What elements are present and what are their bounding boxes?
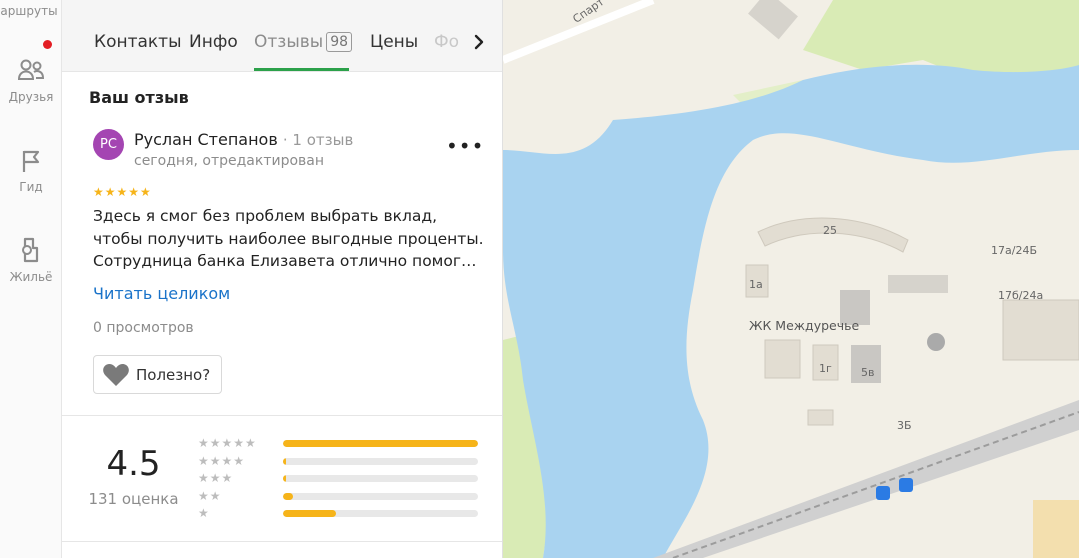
review-author[interactable]: Руслан Степанов · 1 отзыв: [134, 130, 353, 149]
rating-row-fill: [283, 492, 293, 500]
tab-prices[interactable]: Цены: [370, 32, 418, 52]
rating-row-stars: ★★★★: [198, 453, 246, 468]
friends-label: Друзья: [8, 90, 54, 104]
read-more-link[interactable]: Читать целиком: [93, 284, 230, 303]
heart-icon: [103, 363, 129, 386]
useful-label: Полезно?: [136, 365, 211, 384]
section-title: Ваш отзыв: [89, 88, 189, 107]
rating-row-fill: [283, 440, 478, 447]
house-label-3b: 3Б: [897, 419, 912, 432]
house-label-5v: 5в: [861, 366, 875, 379]
rating-row-stars: ★: [198, 506, 210, 520]
rating-row-fill: [283, 475, 286, 482]
house-label-17b24a: 17б/24а: [998, 289, 1044, 302]
tab-photo[interactable]: Фо: [434, 32, 459, 52]
review-views: 0 просмотров: [93, 320, 194, 336]
complex-label[interactable]: ЖК Междуречье: [749, 318, 859, 333]
map[interactable]: Спарт 25 1а ЖК Междуречье 1г 5в 3Б 17а/2…: [501, 0, 1079, 558]
notification-dot: [43, 40, 52, 49]
avatar[interactable]: РС: [93, 129, 124, 160]
rating-row-stars: ★★: [198, 488, 222, 503]
review-date: сегодня, отредактирован: [134, 153, 325, 169]
house-label-17a24b: 17а/24Б: [991, 244, 1037, 257]
tabs-bar: Контакты Инфо Отзывы 98 Цены Фо: [62, 0, 502, 72]
left-rail: аршруты Друзья Гид Жильё: [0, 0, 62, 558]
author-review-count: · 1 отзыв: [282, 131, 354, 149]
rating-row-stars: ★★★★★: [198, 436, 257, 450]
house-label-1a: 1а: [749, 278, 763, 291]
map-canvas[interactable]: [501, 0, 1079, 558]
tab-reviews[interactable]: Отзывы 98: [254, 32, 353, 52]
more-options-icon[interactable]: •••: [446, 134, 484, 158]
rating-row-bar: [283, 457, 478, 465]
reviews-count-badge: 98: [326, 32, 353, 52]
rail-routes[interactable]: аршруты: [0, 4, 64, 18]
flag-icon: [22, 150, 40, 172]
rating-row-bar: [283, 492, 478, 500]
housing-label: Жильё: [9, 270, 53, 284]
tab-info[interactable]: Инфо: [189, 32, 238, 52]
rating-row-fill: [283, 510, 336, 517]
rating-row-fill: [283, 457, 286, 465]
active-tab-underline: [254, 68, 349, 71]
house-label-25: 25: [823, 224, 837, 237]
rail-housing[interactable]: Жильё: [0, 236, 62, 284]
review-stars: ★★★★★: [93, 185, 152, 199]
chevron-right-icon[interactable]: [467, 30, 491, 54]
house-label-1g: 1г: [819, 362, 832, 375]
rating-count: 131 оценка: [88, 490, 179, 508]
routes-label: аршруты: [0, 4, 58, 18]
guide-label: Гид: [19, 180, 43, 194]
rating-value: 4.5: [106, 444, 161, 484]
housing-icon: [22, 237, 39, 263]
tab-reviews-label: Отзывы: [254, 32, 324, 52]
rating-row-bar: [283, 510, 478, 517]
friends-icon: [17, 59, 45, 80]
rating-row-stars: ★★★: [198, 471, 234, 485]
rating-row-bar: [283, 440, 478, 447]
review-text: Здесь я смог без проблем выбрать вклад, …: [93, 207, 484, 270]
rail-friends[interactable]: Друзья: [0, 58, 62, 104]
divider: [62, 415, 502, 416]
useful-button[interactable]: Полезно?: [93, 355, 222, 394]
rail-guide[interactable]: Гид: [0, 148, 62, 194]
bottom-actions-strip: [62, 541, 502, 558]
tab-contacts[interactable]: Контакты: [94, 32, 182, 52]
organization-panel: Контакты Инфо Отзывы 98 Цены Фо Ваш отзыв…: [62, 0, 503, 558]
rating-row-bar: [283, 475, 478, 482]
author-name[interactable]: Руслан Степанов: [134, 130, 278, 149]
